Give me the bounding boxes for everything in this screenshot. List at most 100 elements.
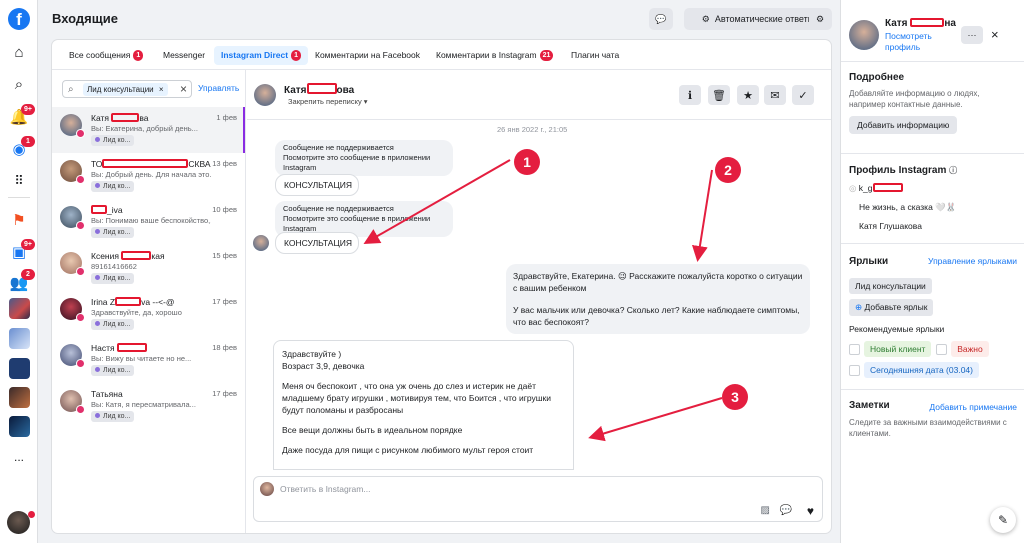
unsupported-message: Сообщение не поддерживается Посмотрите э… bbox=[275, 140, 453, 176]
trash-icon[interactable]: 🗑 bbox=[708, 85, 730, 105]
label-today-date[interactable]: Сегодняшняя дата (03.04) bbox=[864, 362, 979, 378]
clear-search-icon[interactable]: × bbox=[180, 82, 187, 96]
inbox-tabs: Все сообщения 1 Messenger Instagram Direc… bbox=[52, 40, 831, 70]
conversation-tag: Лид ко... bbox=[91, 365, 135, 376]
search-input[interactable]: ⌕ Лид консультации × × bbox=[62, 80, 192, 98]
conversation-list-panel: ⌕ Лид консультации × × Управлять Катя ва… bbox=[52, 70, 246, 533]
star-icon[interactable]: ★ bbox=[737, 85, 759, 105]
label-important[interactable]: Важно bbox=[951, 341, 989, 357]
manage-labels-link[interactable]: Управление ярлыками bbox=[928, 256, 1017, 266]
page-title: Входящие bbox=[52, 11, 118, 26]
label-chip[interactable]: Лид консультации bbox=[849, 278, 932, 294]
home-icon[interactable]: ⌂ bbox=[8, 41, 30, 63]
contact-name: Катя на bbox=[885, 18, 956, 29]
conversation-tag: Лид ко... bbox=[91, 273, 135, 284]
tab-all-messages[interactable]: Все сообщения 1 bbox=[62, 46, 150, 65]
compose-icon[interactable]: ✎ bbox=[990, 507, 1016, 533]
divider bbox=[841, 389, 1024, 390]
user-avatar[interactable] bbox=[7, 511, 30, 534]
page-thumb-5[interactable] bbox=[9, 416, 30, 437]
conversation-item[interactable]: Настя 18 фев Вы: Вижу вы читаете но не..… bbox=[52, 337, 245, 383]
image-icon[interactable]: ▨ bbox=[761, 505, 770, 516]
filter-chip[interactable]: Лид консультации × bbox=[83, 83, 168, 96]
instagram-icon: ◎ bbox=[849, 183, 857, 193]
incoming-message: Здравствуйте ) Возраст 3,9, девочка Меня… bbox=[273, 340, 574, 470]
outgoing-message: Здравствуйте, Екатерина. 😉 Расскажите по… bbox=[506, 264, 810, 334]
heart-icon[interactable]: ♥ bbox=[807, 504, 814, 518]
conversation-item[interactable]: Татьяна 17 фев Вы: Катя, я пересматривал… bbox=[52, 383, 245, 429]
add-label-button[interactable]: ⊕ Добавьте ярлык bbox=[849, 299, 934, 316]
page-thumb-4[interactable] bbox=[9, 387, 30, 408]
checkbox[interactable] bbox=[936, 344, 948, 355]
tab-count-badge: 1 bbox=[133, 50, 144, 61]
conversation-name: _iva bbox=[91, 205, 123, 215]
more-icon[interactable]: ... bbox=[8, 446, 30, 468]
conversation-item[interactable]: Ксения кая 15 фев 89161416662 Лид ко... bbox=[52, 245, 245, 291]
close-icon[interactable]: × bbox=[991, 27, 999, 42]
rail-divider bbox=[8, 197, 30, 198]
reply-input[interactable]: Ответить в Instagram... bbox=[280, 484, 370, 494]
page-thumb-3[interactable] bbox=[9, 358, 30, 379]
reply-box[interactable]: Ответить в Instagram... ▨ 💬 ♥ bbox=[253, 476, 823, 522]
conversation-preview: Вы: Вижу вы читаете но не... bbox=[91, 354, 192, 363]
mail-icon[interactable]: ✉ bbox=[764, 85, 786, 105]
conversation-item[interactable]: Катя ва 1 фев Вы: Екатерина, добрый день… bbox=[52, 107, 245, 153]
notes-text: Следите за важными взаимодействиями с кл… bbox=[849, 418, 1007, 438]
page-thumb-1[interactable] bbox=[9, 298, 30, 319]
avatar bbox=[260, 482, 274, 496]
tab-messenger[interactable]: Messenger bbox=[156, 46, 212, 65]
chat-panel: Катя ова Закрепить переписку ▾ ℹ 🗑 ★ ✉ ✓ … bbox=[247, 70, 831, 533]
conversation-date: 18 фев bbox=[212, 343, 237, 352]
divider bbox=[841, 243, 1024, 244]
section-title: Подробнее bbox=[849, 72, 905, 83]
conversation-tag: Лид ко... bbox=[91, 181, 135, 192]
incoming-message: КОНСУЛЬТАЦИЯ bbox=[275, 174, 359, 196]
new-message-icon[interactable]: 💬 bbox=[649, 8, 673, 30]
info-icon[interactable]: ℹ bbox=[679, 85, 701, 105]
label-new-client[interactable]: Новый клиент bbox=[864, 341, 932, 357]
conversation-name: Ксения кая bbox=[91, 251, 165, 261]
conversation-item[interactable]: _iva 10 фев Вы: Понимаю ваше беспокойств… bbox=[52, 199, 245, 245]
tab-chat-plugin[interactable]: Плагин чата bbox=[564, 46, 626, 65]
redaction-mark bbox=[111, 113, 140, 122]
conversation-date: 17 фев bbox=[212, 297, 237, 306]
view-profile-link[interactable]: Посмотреть профиль bbox=[885, 31, 955, 53]
labels-section: Ярлыки Управление ярлыками Лид консульта… bbox=[849, 256, 1017, 378]
conversation-item[interactable]: ТО СКВА 13 фев Вы: Добрый день. Для начал… bbox=[52, 153, 245, 199]
tab-facebook-comments[interactable]: Комментарии на Facebook bbox=[308, 46, 427, 65]
pin-conversation-dropdown[interactable]: Закрепить переписку ▾ bbox=[288, 97, 368, 106]
chat-contact-name: Катя ова bbox=[284, 83, 355, 96]
groups-badge: 2 bbox=[21, 269, 35, 280]
redaction-mark bbox=[872, 183, 903, 192]
ig-handle: ◎ k_g bbox=[849, 183, 1017, 194]
add-info-button[interactable]: Добавить информацию bbox=[849, 116, 958, 134]
conversation-item[interactable]: Irina Zva --<-@ 17 фев Здравствуйте, да,… bbox=[52, 291, 245, 337]
more-options-icon[interactable]: ··· bbox=[961, 26, 983, 44]
flag-icon[interactable]: ⚑ bbox=[8, 209, 30, 231]
apps-grid-icon[interactable]: ⠿ bbox=[8, 170, 30, 192]
checkbox[interactable] bbox=[849, 365, 860, 376]
settings-gear-icon[interactable]: ⚙ bbox=[809, 8, 831, 30]
instagram-profile-section: Профиль Instagram ⓘ ◎ k_g Не жизнь, а ск… bbox=[849, 165, 1017, 231]
instagram-badge-icon bbox=[76, 267, 85, 276]
checkbox[interactable] bbox=[849, 344, 860, 355]
page-thumb-2[interactable] bbox=[9, 328, 30, 349]
search-icon[interactable]: ⌕ bbox=[8, 73, 30, 95]
redaction-mark bbox=[115, 297, 142, 306]
facebook-logo-icon[interactable]: f bbox=[8, 8, 30, 30]
incoming-message: КОНСУЛЬТАЦИЯ bbox=[275, 232, 359, 254]
top-bar: Входящие 💬 ⚙ Автоматические ответы ⚙ bbox=[38, 0, 838, 38]
tab-count-badge: 1 bbox=[291, 50, 301, 61]
saved-replies-icon[interactable]: 💬 bbox=[780, 505, 792, 516]
conversation-date: 17 фев bbox=[212, 389, 237, 398]
redaction-mark bbox=[117, 343, 147, 352]
tab-instagram-comments[interactable]: Комментарии в Instagram 21 bbox=[429, 46, 560, 65]
manage-link[interactable]: Управлять bbox=[198, 83, 239, 93]
instagram-badge-icon bbox=[76, 221, 85, 230]
done-check-icon[interactable]: ✓ bbox=[792, 85, 814, 105]
chip-close-icon[interactable]: × bbox=[159, 85, 164, 94]
tab-instagram-direct[interactable]: Instagram Direct 1 bbox=[214, 46, 308, 65]
plus-icon: ⊕ bbox=[855, 302, 863, 312]
conversation-name: ТО СКВА bbox=[91, 159, 211, 169]
add-note-link[interactable]: Добавить примечание bbox=[929, 402, 1017, 412]
